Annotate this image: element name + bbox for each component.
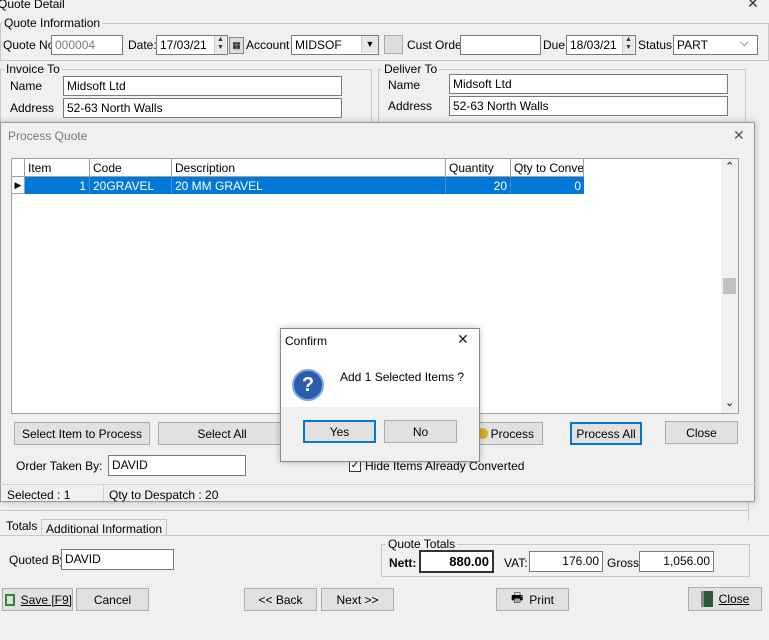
print-button-label: Print <box>529 592 554 607</box>
deliver-name-label: Name <box>388 78 421 92</box>
date-label: Date: <box>128 38 157 52</box>
nett-value: 880.00 <box>419 550 494 573</box>
cust-order-label: Cust Order <box>407 38 466 52</box>
due-spinner[interactable]: ▲ ▼ <box>622 36 634 54</box>
grid-row-header-corner <box>12 159 25 177</box>
order-taken-label: Order Taken By: <box>16 459 103 473</box>
process-close-button[interactable]: Close <box>665 421 738 444</box>
scroll-up-icon[interactable]: ⌃ <box>725 160 734 173</box>
process-quote-close-icon[interactable]: ✕ <box>733 128 745 144</box>
vat-label: VAT: <box>504 556 528 570</box>
footer-close-label: Close <box>718 592 750 606</box>
invoice-name-field[interactable]: Midsoft Ltd <box>63 76 342 96</box>
invoice-address-label: Address <box>10 101 55 115</box>
quote-no-label: Quote No <box>3 38 55 52</box>
vat-value: 176.00 <box>529 551 603 572</box>
exit-door-icon <box>700 591 713 607</box>
cancel-button[interactable]: Cancel <box>76 588 149 611</box>
back-button[interactable]: << Back <box>244 588 317 611</box>
due-label: Due <box>543 38 566 52</box>
invoice-address-field[interactable]: 52-63 North Walls <box>63 98 342 118</box>
account-dropdown-icon[interactable]: ▼ <box>361 36 378 53</box>
account-label: Account <box>246 38 290 52</box>
order-taken-field[interactable]: DAVID <box>108 455 246 476</box>
deliver-name-field[interactable]: Midsoft Ltd <box>449 74 728 94</box>
question-icon: ? <box>292 369 324 401</box>
printer-icon: 🖶 <box>511 590 524 606</box>
confirm-no-button[interactable]: No <box>384 420 457 443</box>
status-label: Status: <box>638 38 676 52</box>
print-button[interactable]: 🖶 Print <box>496 588 569 611</box>
process-button-label: Process <box>490 426 534 441</box>
quote-totals-label: Quote Totals <box>386 537 458 551</box>
account-lookup-button[interactable] <box>384 35 403 54</box>
cell-description[interactable]: 20 MM GRAVEL <box>172 177 446 194</box>
confirm-yes-button[interactable]: Yes <box>303 420 376 443</box>
save-icon <box>5 593 15 606</box>
status-qty-despatch: Qty to Despatch : 20 <box>109 488 219 502</box>
invoice-to-label: Invoice To <box>4 62 62 76</box>
cust-order-field[interactable] <box>460 35 541 55</box>
nett-label: Nett: <box>389 556 417 570</box>
bg-separator <box>0 510 748 511</box>
invoice-name-label: Name <box>10 79 43 93</box>
row-indicator-icon[interactable]: ▶ <box>12 177 25 194</box>
process-button[interactable]: Process <box>476 422 543 445</box>
next-button[interactable]: Next >> <box>321 588 394 611</box>
window-close-icon[interactable]: ✕ <box>747 0 759 12</box>
tab-strip-border <box>0 535 769 536</box>
process-quote-title: Process Quote <box>8 129 88 143</box>
col-header-description[interactable]: Description <box>172 159 446 177</box>
quote-no-field[interactable]: 000004 <box>51 35 123 55</box>
col-header-qty-to-convert[interactable]: Qty to Convert <box>511 159 584 177</box>
save-button-label: Save [F9] <box>20 592 72 607</box>
confirm-close-icon[interactable]: ✕ <box>457 332 469 348</box>
col-header-item[interactable]: Item <box>25 159 90 177</box>
quoted-by-field[interactable]: DAVID <box>61 549 174 570</box>
status-bar-divider <box>0 484 755 485</box>
scroll-thumb[interactable] <box>723 278 736 294</box>
select-item-button[interactable]: Select Item to Process <box>14 422 150 445</box>
status-selected: Selected : 1 <box>7 488 71 502</box>
confirm-message: Add 1 Selected Items ? <box>340 370 465 384</box>
process-all-button[interactable]: Process All <box>570 422 642 445</box>
select-all-button[interactable]: Select All <box>158 422 286 445</box>
deliver-address-label: Address <box>388 99 433 113</box>
scroll-down-icon[interactable]: ⌄ <box>725 396 734 409</box>
cell-item[interactable]: 1 <box>25 177 90 194</box>
quote-info-label: Quote Information <box>2 16 103 30</box>
col-header-code[interactable]: Code <box>90 159 172 177</box>
confirm-title: Confirm <box>285 334 328 348</box>
col-header-quantity[interactable]: Quantity <box>446 159 511 177</box>
status-dropdown-icon[interactable]: ⌵ <box>740 37 748 50</box>
date-spinner[interactable]: ▲ ▼ <box>214 36 226 54</box>
gross-value: 1,056.00 <box>639 551 714 572</box>
window-title-bar: Quote Detail <box>0 0 769 14</box>
window-title: Quote Detail <box>0 0 65 11</box>
status-bar-separator <box>103 484 104 501</box>
tab-totals[interactable]: Totals <box>2 519 42 535</box>
save-button[interactable]: Save [F9] <box>2 588 73 611</box>
cell-qty-to-convert[interactable]: 0 <box>511 177 584 194</box>
cell-code[interactable]: 20GRAVEL <box>90 177 172 194</box>
deliver-address-field[interactable]: 52-63 North Walls <box>449 96 728 116</box>
deliver-to-label: Deliver To <box>382 62 440 76</box>
footer-close-button[interactable]: Close <box>688 587 762 611</box>
gross-label: Gross: <box>607 556 643 570</box>
bg-divider <box>748 500 749 521</box>
cell-quantity[interactable]: 20 <box>446 177 511 194</box>
tab-additional-information[interactable]: Additional Information <box>41 519 168 536</box>
calendar-icon[interactable]: ▦ <box>229 37 244 54</box>
